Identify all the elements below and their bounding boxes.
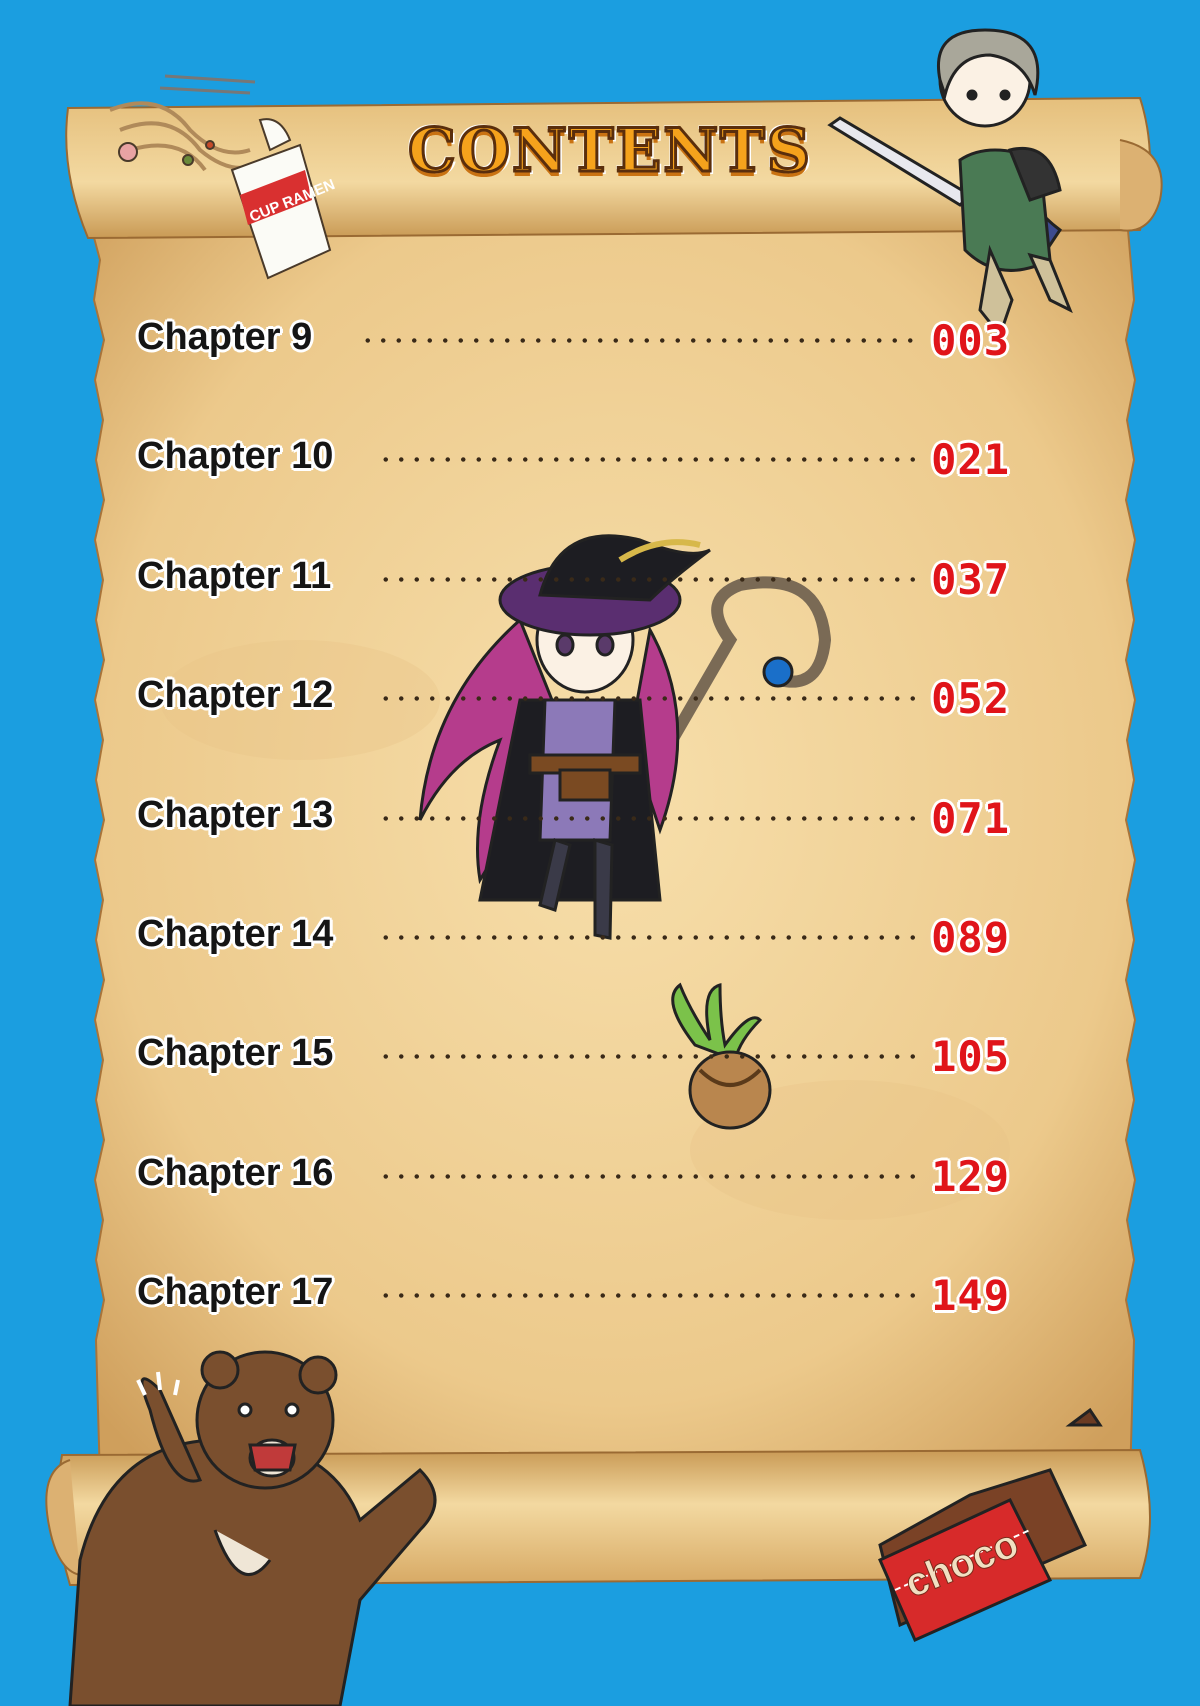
page-number: 105 — [931, 1032, 1010, 1081]
page-number: 037 — [931, 555, 1010, 604]
chapter-label: Chapter 11 — [137, 555, 332, 597]
toc-entry[interactable]: Chapter 16 129 — [0, 1144, 1200, 1204]
chocolate-bar-illustration: choco — [878, 1407, 1103, 1642]
chapter-label: Chapter 13 — [137, 794, 334, 836]
toc-entry[interactable]: Chapter 9 003 — [0, 308, 1200, 368]
page-number: 089 — [931, 913, 1010, 962]
dot-leader — [378, 935, 918, 940]
dot-leader — [378, 816, 918, 821]
chapter-label: Chapter 10 — [137, 435, 334, 477]
chapter-label: Chapter 15 — [137, 1032, 334, 1074]
toc-entry[interactable]: Chapter 13 071 — [0, 786, 1200, 846]
dot-leader — [378, 457, 918, 462]
page-number: 129 — [931, 1152, 1010, 1201]
chapter-label: Chapter 9 — [137, 316, 313, 358]
dot-leader — [378, 577, 918, 582]
dot-leader — [378, 696, 918, 701]
chapter-label: Chapter 12 — [137, 674, 334, 716]
dot-leader — [378, 1054, 918, 1059]
page-number: 149 — [931, 1271, 1010, 1320]
contents-title: CONTENTS — [406, 115, 813, 188]
chapter-label: Chapter 14 — [137, 913, 334, 955]
page-number: 052 — [931, 674, 1010, 723]
toc-entry[interactable]: Chapter 15 105 — [0, 1024, 1200, 1084]
dot-leader — [378, 1293, 918, 1298]
dot-leader — [378, 1174, 918, 1179]
toc-entry[interactable]: Chapter 14 089 — [0, 905, 1200, 965]
toc-entry[interactable]: Chapter 11 037 — [0, 547, 1200, 607]
chapter-label: Chapter 17 — [137, 1271, 334, 1313]
toc-entry[interactable]: Chapter 17 149 — [0, 1263, 1200, 1323]
toc-entry[interactable]: Chapter 10 021 — [0, 427, 1200, 487]
dot-leader — [360, 338, 918, 343]
page-number: 071 — [931, 794, 1010, 843]
page-number: 021 — [931, 435, 1010, 484]
chapter-label: Chapter 16 — [137, 1152, 334, 1194]
page-number: 003 — [931, 316, 1010, 365]
toc-entry[interactable]: Chapter 12 052 — [0, 666, 1200, 726]
